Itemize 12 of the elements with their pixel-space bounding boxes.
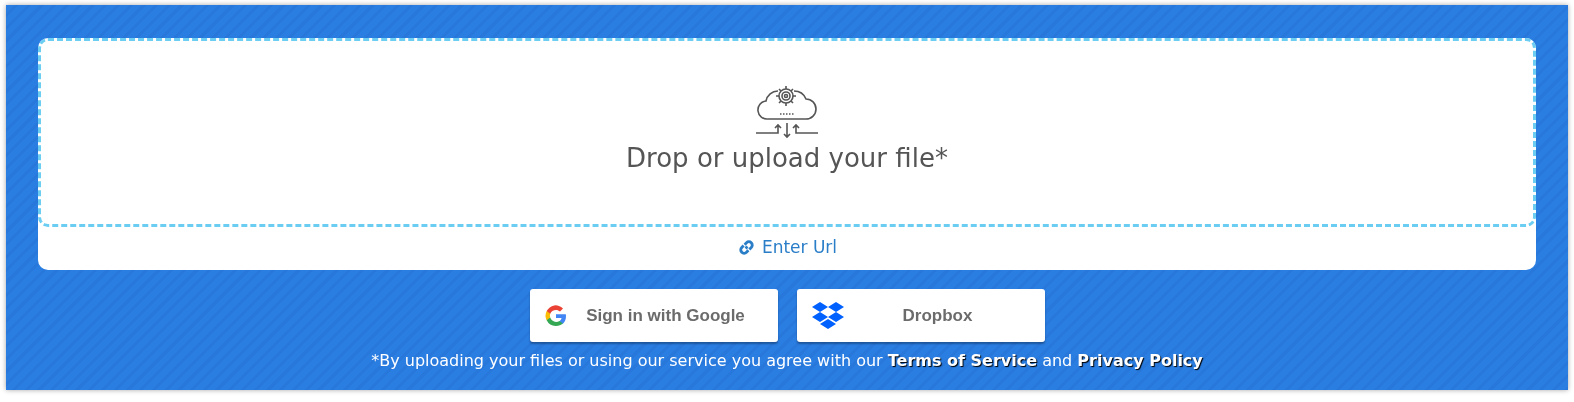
enter-url-link[interactable]: Enter Url — [736, 237, 838, 257]
terms-of-service-link[interactable]: Terms of Service — [887, 351, 1038, 370]
drop-zone[interactable]: Drop or upload your file* — [38, 38, 1536, 227]
upload-prompt: Drop or upload your file* — [626, 143, 948, 173]
google-sign-in-button[interactable]: Sign in with Google — [529, 289, 778, 342]
cloud-upload-icon — [754, 85, 820, 139]
link-icon — [736, 237, 756, 257]
terms-notice: *By uploading your files or using our service you agree with our Terms of Service and Privacy Policy — [371, 351, 1203, 370]
privacy-policy-link[interactable]: Privacy Policy — [1077, 351, 1203, 370]
google-g-icon — [543, 303, 568, 328]
dropbox-button[interactable]: Dropbox — [796, 289, 1045, 342]
dropbox-icon — [810, 300, 845, 331]
